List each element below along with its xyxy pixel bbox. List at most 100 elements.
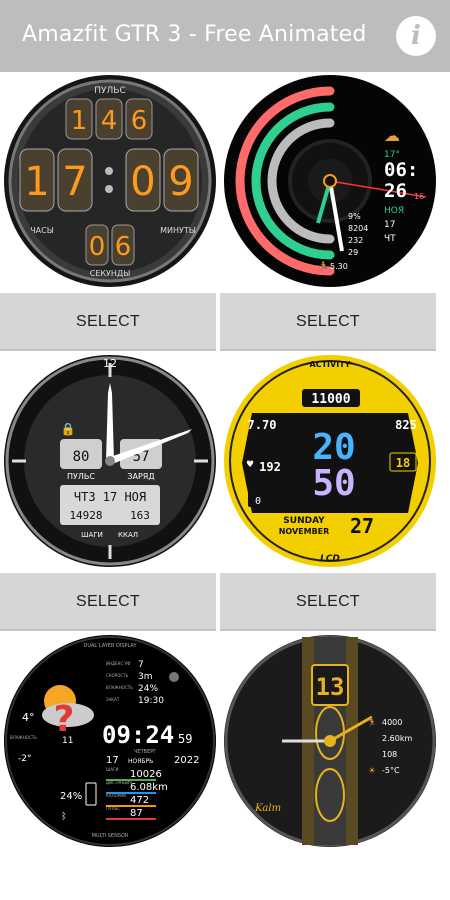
weather-row-label: ИНДЕКС УФ	[106, 661, 131, 666]
yellow-month: NOVEMBER	[279, 527, 330, 536]
weather-row-value: 19:30	[138, 696, 164, 706]
app-bar: Amazfit GTR 3 - Free Animated i	[0, 0, 450, 72]
weather-footer: MULTI SENSOR	[92, 833, 129, 839]
nixie-pulse-digit: 4	[101, 106, 118, 136]
weather-temp-low: -2°	[18, 754, 31, 764]
nixie-face-graphic: ПУЛЬС 1 4 6 1 7 0 9 ЧАСЫ МИНУТЫ 0 6 СЕКУ…	[4, 75, 216, 287]
watchface-preview-nixie[interactable]: ПУЛЬС 1 4 6 1 7 0 9 ЧАСЫ МИНУТЫ 0 6 СЕКУ…	[2, 73, 218, 289]
carbon-temp: -5°C	[382, 766, 400, 775]
nixie-seconds-label: СЕКУНДЫ	[90, 269, 131, 278]
nixie-minute-digit: 0	[130, 159, 155, 205]
analog-pulse-value: 80	[73, 449, 90, 465]
yellow-pulse: 192	[259, 460, 281, 474]
nixie-minute-digit: 9	[168, 159, 193, 205]
weather-day: 17	[106, 755, 119, 766]
runner-icon: 🏃	[318, 260, 329, 272]
arcs-weekday: ЧТ	[384, 234, 396, 244]
analog-date-line: ЧТ3 17 НОЯ	[74, 490, 146, 504]
analog-face-graphic: 12 80 57 ПУЛЬС ЗАРЯД 🔒 ЧТ3 17 НОЯ 14928 …	[4, 355, 216, 567]
yellow-calories: 825	[395, 418, 417, 432]
arcs-minute: 26	[384, 180, 407, 202]
weather-weekday: ЧЕТВЕРГ	[134, 749, 156, 755]
weather-header: DUAL LAYER DISPLAY	[83, 643, 137, 649]
weather-row-label: ВЛАЖНОСТЬ	[106, 685, 133, 690]
weather-row-value: 3m	[138, 672, 153, 682]
nixie-hour-digit: 7	[62, 159, 87, 205]
arcs-hour: 06:	[384, 159, 418, 181]
carbon-distance: 2.60km	[382, 734, 412, 743]
yellow-hour: 20	[312, 427, 355, 468]
lock-icon: 🔒	[61, 422, 76, 436]
analog-steps-label: ШАГИ	[81, 531, 103, 539]
analog-battery-label: ЗАРЯД	[127, 472, 154, 481]
nixie-pulse-digit: 1	[71, 106, 88, 136]
carbon-value3: 108	[382, 750, 397, 759]
watchface-preview-arcs[interactable]: ☁ 17° 06: 26 16 НОЯ 17 ЧТ 9% 8204 232 29…	[222, 73, 438, 289]
arcs-battery: 9%	[348, 212, 361, 221]
arcs-value5: 5.30	[330, 262, 348, 271]
weather-humidity-label: ВЛАЖНОСТЬ	[10, 735, 37, 740]
arcs-value4: 29	[348, 248, 358, 257]
carbon-steps: 4000	[382, 718, 402, 727]
analog-12-marker: 12	[103, 357, 117, 370]
weather-time: 09:24	[102, 721, 174, 749]
weather-row-value: 24%	[138, 684, 158, 694]
weather-row-label: ЗАКАТ	[106, 697, 120, 702]
yellow-weekday: SUNDAY	[283, 516, 325, 526]
nixie-second-digit: 0	[89, 232, 106, 262]
analog-steps-line: 14928	[69, 509, 102, 522]
nixie-hours-label: ЧАСЫ	[30, 226, 54, 235]
watchface-preview-weather[interactable]: DUAL LAYER DISPLAY ? 4° -2° 11 ВЛАЖНОСТЬ…	[2, 633, 218, 849]
watchface-preview-yellow-lcd[interactable]: ACTIVITY 11000 7.70 825 20 50 ♥ 192 18 0…	[222, 353, 438, 569]
arcs-value3: 232	[348, 236, 363, 245]
weather-year: 2022	[174, 755, 199, 766]
nixie-second-digit: 6	[115, 232, 132, 262]
watchface-preview-analog[interactable]: 12 80 57 ПУЛЬС ЗАРЯД 🔒 ЧТ3 17 НОЯ 14928 …	[2, 353, 218, 569]
arcs-day: 17	[384, 220, 395, 230]
carbon-brand: Kalm	[254, 803, 281, 814]
bluetooth-icon: ᛒ	[61, 811, 66, 822]
nixie-pulse-label: ПУЛЬС	[94, 86, 125, 96]
select-button-3[interactable]: SELECT	[0, 573, 216, 631]
sun-icon: ☀	[368, 766, 375, 775]
heart-icon: ♥	[246, 460, 254, 470]
cloud-icon: ☁	[384, 126, 400, 145]
weather-row-value: 7	[138, 660, 144, 670]
yellow-day: 27	[350, 514, 374, 538]
select-button-1[interactable]: SELECT	[0, 293, 216, 351]
weather-month: НОЯБРЬ	[128, 758, 153, 765]
analog-cal-line: 163	[130, 509, 150, 522]
weather-unknown-icon: ?	[54, 699, 75, 740]
select-button-4[interactable]: SELECT	[220, 573, 436, 631]
weather-row-value: 6.08km	[130, 782, 168, 793]
yellow-steps: 11000	[311, 392, 350, 407]
arcs-face-graphic: ☁ 17° 06: 26 16 НОЯ 17 ЧТ 9% 8204 232 29…	[224, 75, 436, 287]
watchface-preview-carbon[interactable]: 13 4000 2.60km 108 -5°C 🏃 ☀ Kalm	[222, 633, 438, 849]
app-title: Amazfit GTR 3 - Free Animated	[22, 22, 367, 47]
select-button-2[interactable]: SELECT	[220, 293, 436, 351]
weather-face-graphic: DUAL LAYER DISPLAY ? 4° -2° 11 ВЛАЖНОСТЬ…	[4, 635, 216, 847]
weather-temp: 4°	[22, 711, 35, 724]
info-button[interactable]: i	[396, 16, 436, 56]
weather-badge: 11	[62, 736, 73, 746]
weather-row-value: 87	[130, 808, 143, 819]
nixie-hour-digit: 1	[24, 159, 49, 205]
yellow-face-graphic: ACTIVITY 11000 7.70 825 20 50 ♥ 192 18 0…	[224, 355, 436, 567]
carbon-face-graphic: 13 4000 2.60km 108 -5°C 🏃 ☀ Kalm	[224, 635, 436, 847]
yellow-zero: 0	[255, 496, 261, 507]
yellow-brand: LCD	[320, 554, 340, 564]
yellow-minute: 50	[312, 463, 355, 504]
yellow-distance: 7.70	[248, 418, 277, 432]
nixie-minutes-label: МИНУТЫ	[160, 226, 196, 235]
yellow-activity-label: ACTIVITY	[310, 360, 351, 369]
analog-pulse-label: ПУЛЬС	[67, 472, 95, 481]
arcs-month: НОЯ	[384, 206, 404, 216]
weather-row-value: 10026	[130, 769, 162, 780]
weather-row-label: ШАГИ	[106, 767, 118, 772]
arcs-steps: 8204	[348, 224, 368, 233]
info-icon: i	[411, 21, 421, 51]
runner-icon: 🏃	[367, 717, 377, 727]
nixie-pulse-digit: 6	[131, 106, 148, 136]
weather-battery: 24%	[60, 791, 82, 802]
arcs-date-small: 16	[414, 192, 424, 201]
